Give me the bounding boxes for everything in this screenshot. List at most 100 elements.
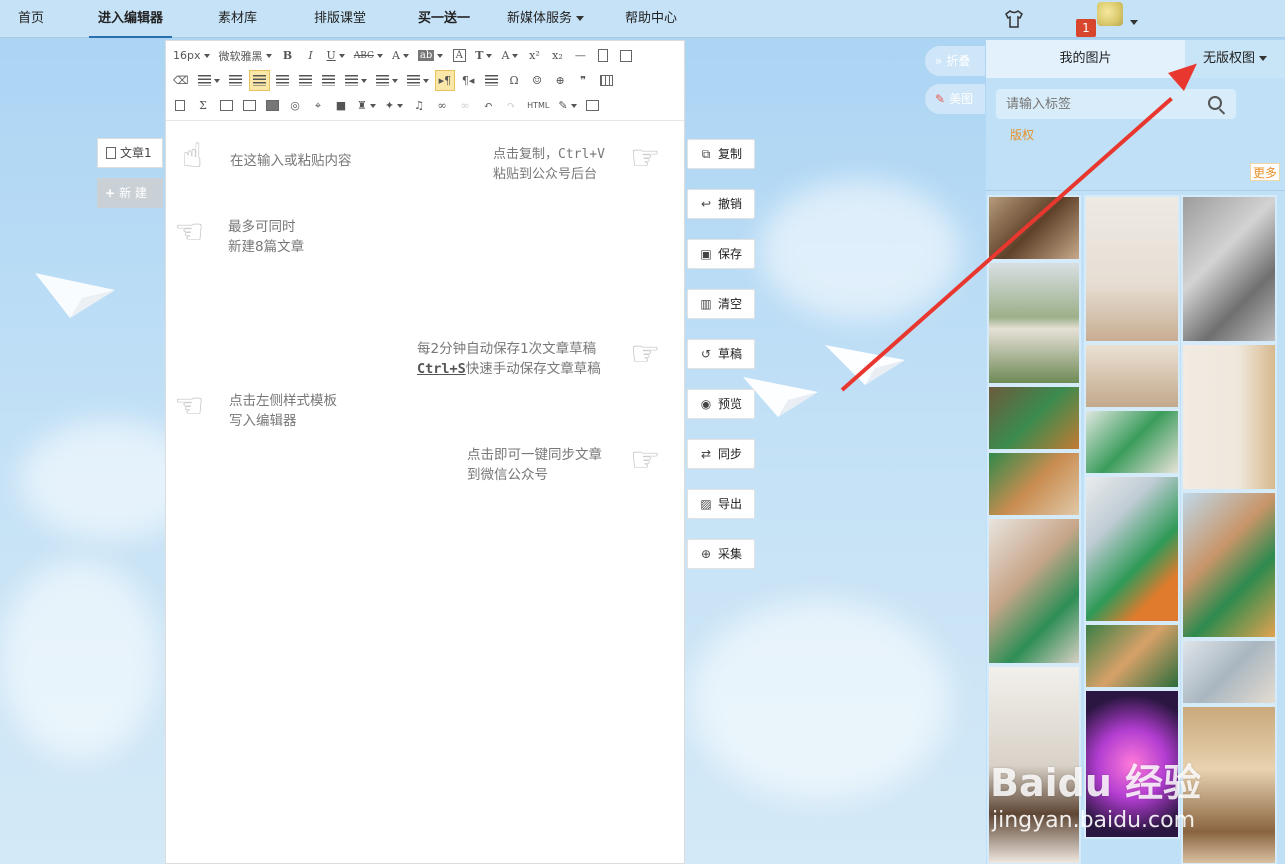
superscript-icon[interactable]: x² xyxy=(524,45,544,66)
undo-icon[interactable]: ↶ xyxy=(478,95,498,116)
search-icon[interactable] xyxy=(1208,96,1222,110)
paragraph-spacing-bottom-icon[interactable] xyxy=(404,70,432,91)
paragraph-spacing-top-icon[interactable] xyxy=(373,70,401,91)
article-tab-label: 文章1 xyxy=(120,146,152,160)
gallery-image[interactable] xyxy=(1181,343,1277,491)
italic-icon[interactable]: I xyxy=(301,45,321,66)
formula-icon[interactable]: Σ xyxy=(193,95,213,116)
nav-help[interactable]: 帮助中心 xyxy=(625,0,677,38)
preview-frame-icon[interactable] xyxy=(583,95,603,116)
gallery-image[interactable] xyxy=(987,385,1081,451)
search-replace-icon[interactable]: ⊕ xyxy=(550,70,570,91)
font-color-icon[interactable]: A xyxy=(389,45,412,66)
save-button[interactable]: ▣ 保存 xyxy=(687,239,755,269)
image-float-icon[interactable] xyxy=(481,70,501,91)
new-article-button[interactable]: + 新 建 xyxy=(97,178,163,208)
magic-wand-icon[interactable]: ✦ xyxy=(382,95,406,116)
gallery-image[interactable] xyxy=(1084,475,1180,623)
outdent-icon[interactable] xyxy=(226,70,246,91)
nav-editor[interactable]: 进入编辑器 xyxy=(89,0,173,38)
strikethrough-icon[interactable]: ABC xyxy=(351,45,386,66)
blockquote-icon[interactable]: ❞ xyxy=(573,70,593,91)
gallery-image[interactable] xyxy=(1084,623,1180,689)
background-color-icon[interactable]: ab xyxy=(415,45,446,66)
clear-button[interactable]: ▥ 清空 xyxy=(687,289,755,319)
palette-icon[interactable]: ◎ xyxy=(285,95,305,116)
fold-button[interactable]: » 折叠 xyxy=(925,46,985,76)
sync-button[interactable]: ⇄ 同步 xyxy=(687,439,755,469)
unlink-icon[interactable]: ∞ xyxy=(455,95,475,116)
bold-icon[interactable]: B xyxy=(278,45,298,66)
gallery-image[interactable] xyxy=(987,261,1081,385)
emoji-icon[interactable]: ☺ xyxy=(527,70,547,91)
fullscreen-icon[interactable] xyxy=(616,45,636,66)
gallery-image[interactable] xyxy=(1084,409,1180,475)
gallery-image[interactable] xyxy=(1084,343,1180,409)
more-button[interactable]: 更多 xyxy=(1250,163,1280,181)
draft-button[interactable]: ↺ 草稿 xyxy=(687,339,755,369)
tab-my-images[interactable]: 我的图片 xyxy=(986,40,1185,78)
nav-home[interactable]: 首页 xyxy=(18,0,44,38)
indent-icon[interactable] xyxy=(195,70,223,91)
html-icon[interactable]: HTML xyxy=(524,95,552,116)
nav-materials[interactable]: 素材库 xyxy=(218,0,257,38)
edit-icon[interactable]: ✎ xyxy=(555,95,579,116)
format-brush-icon[interactable]: ♜ xyxy=(354,95,379,116)
nav-media-services[interactable]: 新媒体服务 xyxy=(507,0,585,38)
template-icon[interactable] xyxy=(170,95,190,116)
multi-image-icon[interactable] xyxy=(239,95,259,116)
new-article-label: 新 建 xyxy=(119,186,147,200)
link-icon[interactable]: ∞ xyxy=(432,95,452,116)
tshirt-icon[interactable] xyxy=(1004,9,1024,29)
align-center-icon[interactable] xyxy=(273,70,293,91)
line-height-icon[interactable] xyxy=(342,70,370,91)
rtl-icon[interactable]: ¶◂ xyxy=(458,70,478,91)
video-icon[interactable]: ■ xyxy=(331,95,351,116)
gallery-image[interactable] xyxy=(1181,195,1277,343)
underline-icon[interactable]: U xyxy=(324,45,348,66)
align-right-icon[interactable] xyxy=(296,70,316,91)
avatar[interactable] xyxy=(1097,2,1123,26)
export-button[interactable]: ▨ 导出 xyxy=(687,489,755,519)
eraser-icon[interactable]: ⌫ xyxy=(170,70,192,91)
tag-link[interactable]: 版权 xyxy=(1010,126,1034,143)
text-border-icon[interactable]: A xyxy=(449,45,469,66)
frame-icon[interactable] xyxy=(262,95,282,116)
blank-page-icon[interactable] xyxy=(593,45,613,66)
gallery-image[interactable] xyxy=(987,451,1081,517)
preview-button[interactable]: ◉ 预览 xyxy=(687,389,755,419)
paragraph-direction-icon[interactable]: ▸¶ xyxy=(434,70,456,91)
watermark: Baidu 经验 xyxy=(990,761,1202,805)
undo-button[interactable]: ↩ 撤销 xyxy=(687,189,755,219)
floppy-icon: ▣ xyxy=(700,247,712,261)
gallery-image[interactable] xyxy=(1181,639,1277,705)
redo-icon[interactable]: ↷ xyxy=(501,95,521,116)
align-left-icon[interactable] xyxy=(248,70,270,91)
subscript-icon[interactable]: x₂ xyxy=(547,45,567,66)
map-icon[interactable]: ⌖ xyxy=(308,95,328,116)
article-tab[interactable]: 文章1 xyxy=(97,138,163,168)
gallery-image[interactable] xyxy=(987,517,1081,665)
notification-badge[interactable]: 1 xyxy=(1076,19,1096,37)
horizontal-rule-icon[interactable]: — xyxy=(570,45,590,66)
letter-spacing-icon[interactable]: A xyxy=(498,45,521,66)
collect-button[interactable]: ⊕ 采集 xyxy=(687,539,755,569)
copy-button[interactable]: ⧉ 复制 xyxy=(687,139,755,169)
chevron-down-icon[interactable] xyxy=(1130,20,1138,25)
double-chevron-right-icon: » xyxy=(935,54,943,68)
font-family-select[interactable]: 微软雅黑 xyxy=(216,45,275,66)
image-icon[interactable] xyxy=(216,95,236,116)
nav-classes[interactable]: 排版课堂 xyxy=(314,0,366,38)
title-icon[interactable]: T xyxy=(472,45,495,66)
gallery-image[interactable] xyxy=(1181,491,1277,639)
align-justify-icon[interactable] xyxy=(319,70,339,91)
meitu-button[interactable]: ✎ 美图 xyxy=(925,84,985,114)
chevron-down-icon xyxy=(1259,56,1267,61)
table-icon[interactable] xyxy=(596,70,616,91)
font-size-select[interactable]: 16px xyxy=(170,45,213,66)
undo-label: 撤销 xyxy=(718,197,743,211)
music-icon[interactable]: ♫ xyxy=(409,95,429,116)
nav-promo[interactable]: 买一送一 xyxy=(418,0,470,38)
special-char-icon[interactable]: Ω xyxy=(504,70,524,91)
gallery-image[interactable] xyxy=(1084,195,1180,343)
